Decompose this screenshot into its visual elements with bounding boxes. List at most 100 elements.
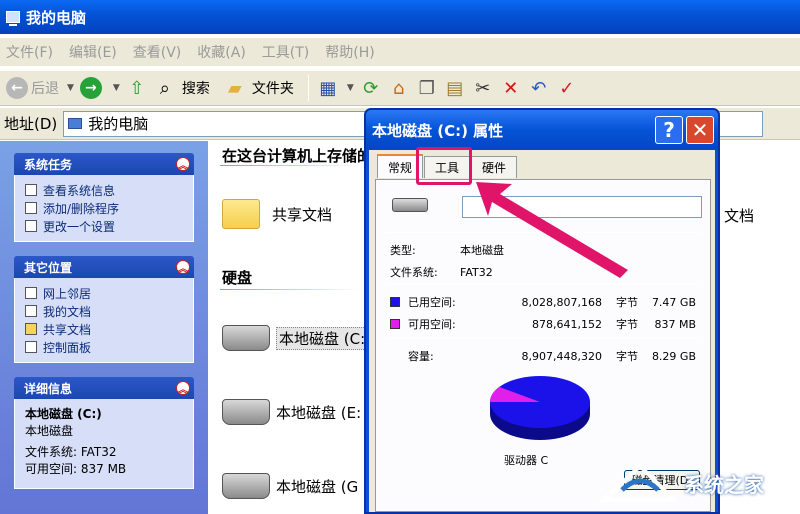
forward-button[interactable]: → — [79, 73, 105, 103]
watermark-logo — [600, 463, 678, 502]
address-label: 地址(D) — [4, 115, 58, 133]
system-tasks-box: 系统任务 ︽ 查看系统信息 添加/删除程序 更改一个设置 — [14, 153, 194, 242]
close-button[interactable]: ✕ — [686, 116, 714, 144]
free-bytes: 878,641,152 — [532, 317, 602, 331]
details-name: 本地磁盘 (C:) — [25, 407, 102, 421]
drive-e-item[interactable]: 本地磁盘 (E: — [222, 399, 361, 425]
back-dropdown-icon[interactable]: ▼ — [67, 83, 74, 93]
task-label: 添加/删除程序 — [43, 201, 120, 216]
hard-drive-icon — [222, 473, 270, 499]
help-button[interactable]: ? — [655, 116, 683, 144]
documents-icon — [25, 305, 37, 317]
task-change-setting[interactable]: 更改一个设置 — [25, 217, 183, 235]
capacity-label: 容量: — [408, 350, 434, 363]
hard-drive-icon — [392, 198, 428, 212]
undo-icon[interactable]: ↶ — [528, 77, 550, 99]
disk-usage-pie — [490, 376, 590, 440]
window-titlebar: 我的电脑 — [0, 0, 800, 34]
hard-drive-icon — [222, 325, 270, 351]
views-icon[interactable]: ▦ — [317, 77, 339, 99]
details-title: 详细信息 — [24, 381, 73, 396]
refresh-icon[interactable]: ⟳ — [360, 77, 382, 99]
toolbar: ← 后退 ▼ → ▼ ⇧ ⌕ 搜索 ▰ 文件夹 ▦ ▼ ⟳ ⌂ ❐ ▤ ✂ ✕ … — [0, 70, 800, 106]
drive-c-label: 本地磁盘 (C: — [276, 326, 369, 350]
control-panel-icon — [25, 341, 37, 353]
forward-dropdown-icon[interactable]: ▼ — [113, 83, 120, 93]
paste-icon[interactable]: ▤ — [444, 77, 466, 99]
annotation-arrow — [476, 182, 628, 278]
collapse-chevron-icon[interactable]: ︽ — [176, 260, 190, 275]
properties-icon[interactable]: ✓ — [556, 77, 578, 99]
back-label: 后退 — [31, 81, 59, 97]
other-places-header[interactable]: 其它位置 ︽ — [14, 256, 194, 278]
search-button[interactable]: ⌕ 搜索 — [154, 73, 210, 103]
place-my-documents[interactable]: 我的文档 — [25, 302, 183, 320]
home-icon[interactable]: ⌂ — [388, 77, 410, 99]
drive-g-label: 本地磁盘 (G — [276, 477, 359, 496]
views-dropdown-icon[interactable]: ▼ — [347, 83, 354, 93]
place-shared-documents[interactable]: 共享文档 — [25, 320, 183, 338]
details-free: 可用空间: 837 MB — [25, 462, 127, 476]
used-bytes: 8,028,807,168 — [521, 295, 602, 309]
collapse-chevron-icon[interactable]: ︽ — [176, 381, 190, 396]
cut-icon[interactable]: ✂ — [472, 77, 494, 99]
system-tasks-title: 系统任务 — [24, 157, 73, 172]
folders-button[interactable]: ▰ 文件夹 — [224, 73, 294, 103]
menu-help[interactable]: 帮助(H) — [325, 42, 374, 62]
details-type: 本地磁盘 — [25, 424, 74, 438]
network-icon — [25, 287, 37, 299]
shared-documents-item[interactable]: 共享文档 — [222, 199, 332, 229]
back-button[interactable]: ← 后退 — [6, 73, 59, 103]
task-pane: 系统任务 ︽ 查看系统信息 添加/删除程序 更改一个设置 其它位置 ︽ 网上邻居… — [0, 141, 208, 514]
drive-e-label: 本地磁盘 (E: — [276, 403, 362, 422]
task-add-remove-programs[interactable]: 添加/删除程序 — [25, 199, 183, 217]
place-control-panel[interactable]: 控制面板 — [25, 338, 183, 356]
menu-tools[interactable]: 工具(T) — [262, 42, 309, 62]
arrow-shape — [476, 182, 628, 278]
free-color-swatch — [390, 319, 400, 329]
address-value: 我的电脑 — [88, 115, 149, 133]
forward-arrow-icon: → — [79, 77, 102, 99]
up-folder-icon[interactable]: ⇧ — [126, 77, 148, 99]
used-label: 已用空间: — [408, 296, 456, 309]
hard-disks-header: 硬盘 — [222, 269, 253, 287]
system-tasks-header[interactable]: 系统任务 ︽ — [14, 153, 194, 175]
documents-item-partial[interactable]: 文档 — [724, 205, 754, 226]
delete-icon[interactable]: ✕ — [500, 77, 522, 99]
settings-icon — [25, 220, 37, 232]
folder-icon: ▰ — [227, 77, 242, 99]
back-arrow-icon: ← — [6, 77, 28, 99]
divider — [386, 338, 700, 339]
computer-icon — [68, 118, 83, 129]
collapse-chevron-icon[interactable]: ︽ — [176, 157, 190, 172]
menu-file[interactable]: 文件(F) — [6, 42, 53, 62]
used-space-row: 已用空间: 8,028,807,168 字节 7.47 GB — [390, 294, 696, 310]
programs-icon — [25, 202, 37, 214]
toolbar-separator — [307, 75, 309, 101]
drive-g-item[interactable]: 本地磁盘 (G — [222, 473, 358, 499]
menu-edit[interactable]: 编辑(E) — [69, 42, 117, 62]
hard-drive-icon — [222, 399, 270, 425]
folders-label: 文件夹 — [251, 81, 294, 97]
details-box: 详细信息 ︽ 本地磁盘 (C:) 本地磁盘 文件系统: FAT32 可用空间: … — [14, 377, 194, 489]
menu-view[interactable]: 查看(V) — [133, 42, 182, 62]
details-header[interactable]: 详细信息 ︽ — [14, 377, 194, 399]
menu-favorites[interactable]: 收藏(A) — [197, 42, 246, 62]
search-label: 搜索 — [181, 81, 210, 97]
capacity-bytes: 8,907,448,320 — [521, 349, 602, 363]
watermark: 系统之家 — [600, 462, 764, 504]
shared-documents-label: 共享文档 — [272, 205, 333, 224]
task-view-system-info[interactable]: 查看系统信息 — [25, 181, 183, 199]
copy-icon[interactable]: ❐ — [416, 77, 438, 99]
place-label: 控制面板 — [43, 340, 92, 355]
used-size: 7.47 GB — [651, 295, 696, 309]
drive-c-item[interactable]: 本地磁盘 (C: — [222, 325, 369, 351]
watermark-text: 系统之家 — [684, 472, 764, 497]
free-unit: 字节 — [616, 318, 638, 331]
free-space-row: 可用空间: 878,641,152 字节 837 MB — [390, 316, 696, 332]
place-network[interactable]: 网上邻居 — [25, 284, 183, 302]
used-color-swatch — [390, 297, 400, 307]
capacity-unit: 字节 — [616, 350, 638, 363]
free-label: 可用空间: — [408, 318, 456, 331]
divider — [386, 284, 700, 285]
